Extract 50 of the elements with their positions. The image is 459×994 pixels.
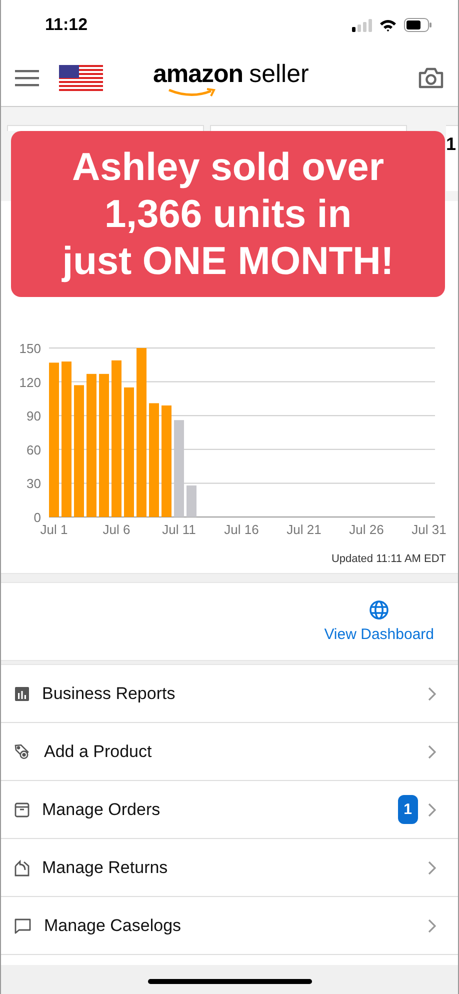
chevron-right-icon [428, 918, 436, 932]
menu-item[interactable]: Add a Product [1, 723, 458, 781]
x-tick-label: Jul 16 [224, 522, 259, 537]
flag-icon[interactable] [59, 64, 103, 92]
menu-item[interactable]: Business Reports [1, 665, 458, 723]
y-tick-label: 60 [26, 442, 41, 458]
x-tick-label: Jul 11 [162, 522, 196, 537]
chart-bar [186, 485, 196, 517]
menu-item-label: Add a Product [44, 742, 152, 762]
chevron-right-icon [428, 744, 436, 758]
menu-item-label: Manage Orders [42, 800, 160, 820]
x-tick-label: Jul 1 [40, 522, 68, 537]
chevron-right-icon [428, 686, 436, 700]
menu-item-label: Manage Caselogs [44, 916, 182, 936]
globe-icon [369, 600, 390, 620]
app-logo: amazon seller [153, 60, 309, 100]
summary-card[interactable]: 1 [446, 125, 458, 191]
menu-item[interactable]: Manage Orders 1 [1, 781, 458, 839]
bar-chart-icon [14, 686, 30, 702]
x-tick-label: Jul 6 [102, 522, 130, 537]
signal-icon [352, 18, 372, 32]
updated-time: Updated 11:11 AM EDT [331, 553, 446, 567]
y-tick-label: 120 [19, 374, 41, 390]
chat-bubble-icon [14, 918, 32, 934]
menu-icon[interactable] [15, 69, 41, 87]
chevron-right-icon [428, 802, 436, 816]
menu-item-label: Manage Returns [42, 858, 168, 878]
card-value: 1 [446, 134, 456, 154]
banner-text: 1,366 units in [104, 192, 352, 238]
menu-item[interactable]: Manage Returns [1, 839, 458, 897]
view-dashboard-link[interactable]: View Dashboard [324, 600, 434, 643]
y-tick-label: 0 [34, 510, 41, 525]
x-tick-label: Jul 31 [412, 522, 446, 537]
x-tick-label: Jul 21 [286, 522, 322, 537]
camera-icon[interactable] [418, 67, 444, 89]
return-package-icon [14, 858, 30, 876]
count-badge: 1 [398, 795, 418, 824]
battery-icon [404, 18, 432, 32]
banner-text: just ONE MONTH! [62, 238, 394, 284]
y-tick-label: 30 [26, 476, 41, 492]
menu-item-label: Business Reports [42, 684, 176, 704]
menu-item[interactable]: Manage Caselogs [1, 897, 458, 955]
y-tick-label: 90 [26, 408, 41, 424]
banner-text: Ashley sold over [72, 144, 384, 190]
chevron-right-icon [428, 860, 436, 874]
x-tick-label: Jul 26 [349, 522, 384, 537]
status-time: 11:12 [45, 15, 88, 35]
box-icon [14, 802, 30, 818]
y-tick-label: 150 [19, 341, 41, 356]
wifi-icon [379, 18, 397, 32]
